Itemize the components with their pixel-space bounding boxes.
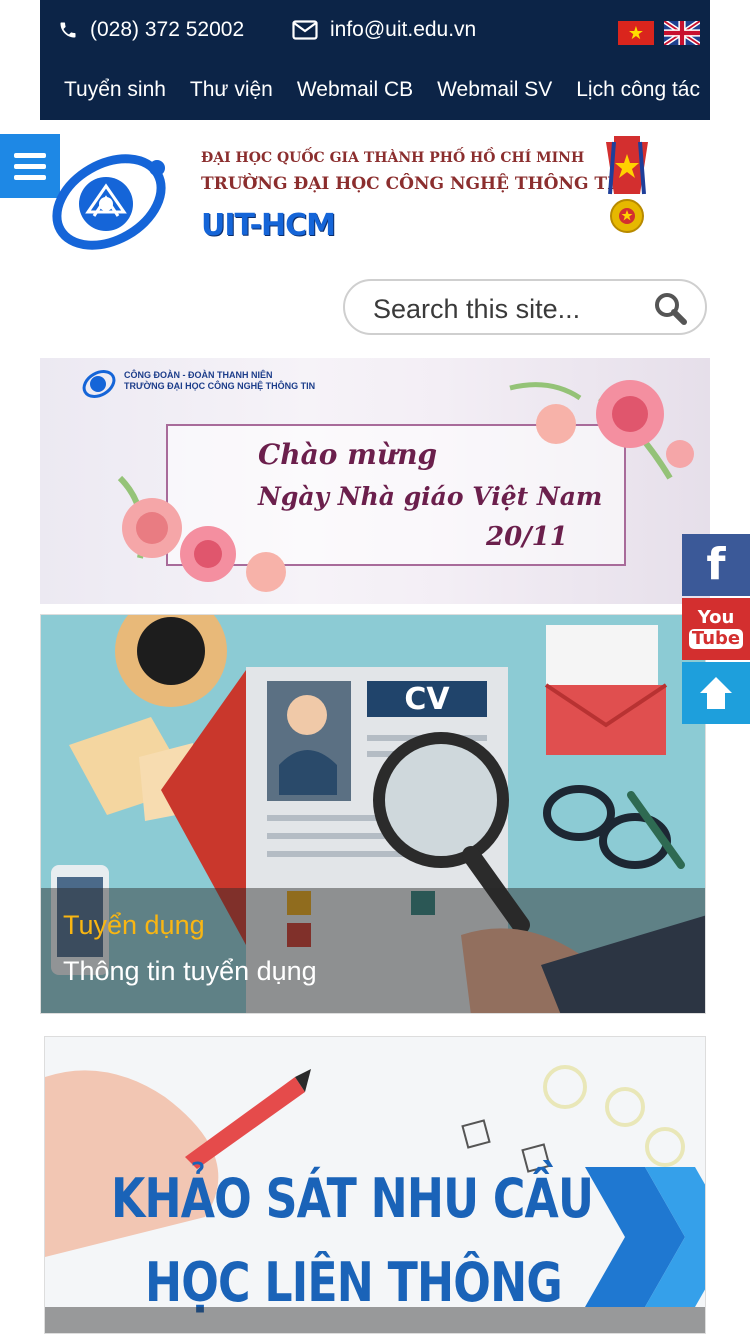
banner-line-3: 20/11: [486, 522, 568, 552]
envelope-icon: [292, 20, 318, 40]
facebook-button[interactable]: f: [682, 534, 750, 596]
banner-line-2: Ngày Nhà giáo Việt Nam: [258, 482, 603, 511]
youtube-label-bottom: Tube: [688, 629, 744, 649]
vietnam-flag-icon[interactable]: ★: [618, 21, 654, 45]
phone-number: (028) 372 52002: [90, 18, 245, 41]
facebook-icon: f: [706, 539, 726, 590]
search-icon[interactable]: [653, 291, 687, 325]
news-title[interactable]: Thông tin tuyển dụng: [63, 956, 317, 987]
teachers-day-banner[interactable]: CÔNG ĐOÀN - ĐOÀN THANH NIÊN TRƯỜNG ĐẠI H…: [40, 358, 710, 604]
youtube-icon: You Tube: [688, 607, 744, 649]
banner-line-1: Chào mừng: [258, 438, 438, 471]
hamburger-icon: [14, 152, 46, 158]
scroll-to-top-button[interactable]: [682, 662, 750, 724]
header-short-name[interactable]: UIT-HCM: [201, 208, 336, 243]
search-input[interactable]: [371, 289, 645, 329]
nav-link-tuyen-sinh[interactable]: Tuyển sinh: [64, 78, 166, 102]
arrow-up-icon: [700, 677, 732, 709]
news-caption-overlay: Tuyển dụng Thông tin tuyển dụng: [41, 888, 705, 1013]
medal-icon: [606, 136, 648, 233]
youtube-label-top: You: [697, 607, 735, 628]
header-university-line: ĐẠI HỌC QUỐC GIA THÀNH PHỐ HỒ CHÍ MINH: [201, 150, 585, 166]
contact-row: (028) 372 52002 info@uit.edu.vn ★: [40, 0, 710, 64]
news-caption-overlay: [45, 1307, 705, 1333]
header-school-name: TRƯỜNG ĐẠI HỌC CÔNG NGHỆ THÔNG TIN: [201, 174, 631, 194]
nav-link-lich-cong-tac[interactable]: Lịch công tác: [576, 78, 700, 102]
nav-link-webmail-sv[interactable]: Webmail SV: [437, 78, 552, 102]
phone-icon: [60, 22, 76, 38]
nav-link-webmail-cb[interactable]: Webmail CB: [297, 78, 413, 102]
uk-flag-icon[interactable]: [664, 21, 700, 45]
email-contact[interactable]: info@uit.edu.vn: [292, 18, 476, 42]
cv-label: CV: [404, 681, 450, 717]
survey-image-line-1: KHẢO SÁT NHU CẦU: [111, 1167, 594, 1230]
phone-contact[interactable]: (028) 372 52002: [58, 18, 244, 42]
uit-logo[interactable]: [46, 146, 172, 252]
top-bar: (028) 372 52002 info@uit.edu.vn ★ Tuyển …: [40, 0, 710, 120]
email-address: info@uit.edu.vn: [330, 18, 477, 41]
survey-image-line-2: HỌC LIÊN THÔNG: [145, 1251, 563, 1314]
search-box: [343, 279, 707, 335]
news-category[interactable]: Tuyển dụng: [63, 910, 205, 941]
flower-decoration: [117, 380, 694, 592]
top-nav: Tuyển sinh Thư viện Webmail CB Webmail S…: [40, 78, 710, 102]
news-card-survey[interactable]: KHẢO SÁT NHU CẦU HỌC LIÊN THÔNG: [44, 1036, 706, 1334]
youtube-button[interactable]: You Tube: [682, 598, 750, 660]
nav-link-thu-vien[interactable]: Thư viện: [190, 78, 273, 102]
news-card-recruitment[interactable]: CV Tuyển dụng Thông tin tuyển dụng: [40, 614, 706, 1014]
